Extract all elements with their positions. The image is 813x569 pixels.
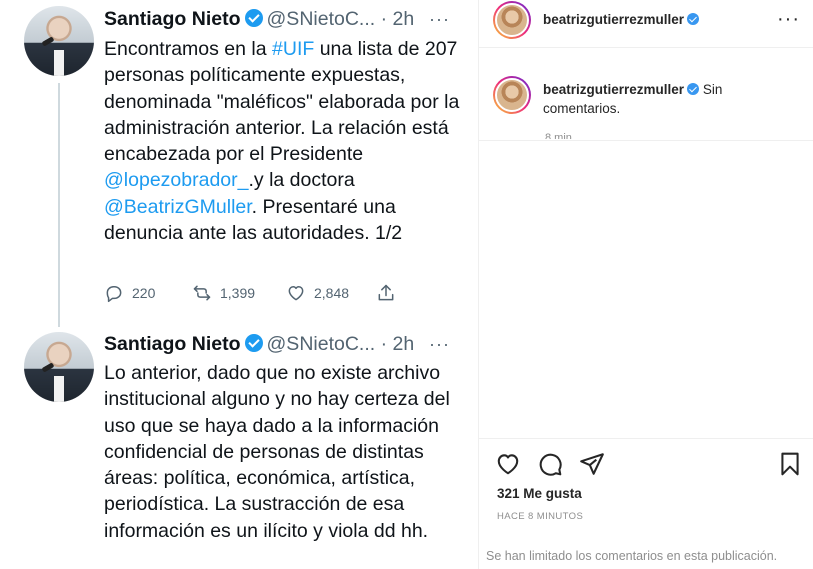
retweet-button[interactable]: 1,399 [192,282,255,304]
likes-count[interactable]: 321 Me gusta [497,486,582,501]
post-header: beatrizgutierrezmuller ··· [479,0,813,42]
thread-connector-line [58,83,60,327]
username[interactable]: beatrizgutierrezmuller [543,12,684,27]
post-actions [493,451,803,477]
comments-limited-notice: Se han limitado los comentarios en esta … [486,549,778,563]
like-button[interactable]: 2,848 [286,282,349,304]
divider [479,140,813,141]
caption-author[interactable]: beatrizgutierrezmuller [543,82,684,97]
avatar[interactable] [24,6,94,76]
caption-timestamp: 8 min [545,132,572,139]
tweet-timestamp[interactable]: 2h [393,333,415,355]
share-upload-icon [378,284,394,301]
author-name[interactable]: Santiago Nieto [104,8,241,30]
more-options-icon[interactable]: ··· [429,7,450,31]
tweet-actions: 220 1,399 2,848 [104,282,404,304]
instagram-post-panel: beatrizgutierrezmuller ··· beatrizgutier… [478,0,813,569]
tweet-text: Encontramos en la #UIF una lista de 207 … [104,36,464,246]
separator-dot: · [380,8,388,30]
more-options-icon[interactable]: ··· [777,8,800,31]
hashtag-link[interactable]: #UIF [272,38,314,60]
tweet-text-segment: Encontramos en la [104,38,273,60]
author-handle[interactable]: @SNietoC... [267,8,376,30]
caption: beatrizgutierrezmuller Sin comentarios. [543,80,803,118]
mention-link[interactable]: @lopezobrador_ [104,169,248,191]
mention-link[interactable]: @BeatrizGMuller [104,196,252,218]
tweet-header: Santiago Nieto @SNietoC... · 2h ··· [104,332,474,356]
tweet-text-segment: Lo anterior, dado que no existe archivo … [104,362,450,542]
verified-badge-icon [687,13,700,25]
avatar[interactable] [493,76,531,114]
tweet-header: Santiago Nieto @SNietoC... · 2h ··· [104,7,474,31]
retweet-count: 1,399 [220,285,256,301]
verified-badge-icon [244,334,263,352]
twitter-thread-panel: Santiago Nieto @SNietoC... · 2h ··· Encon… [0,0,478,569]
reply-button[interactable]: 220 [104,282,155,304]
verified-badge-icon [687,83,700,95]
author-handle[interactable]: @SNietoC... [267,333,376,355]
comment-icon[interactable] [537,451,563,477]
share-button[interactable] [376,282,404,304]
separator-dot: · [380,333,388,355]
heart-icon [288,286,304,301]
post-author[interactable]: beatrizgutierrezmuller [543,12,700,27]
author-name[interactable]: Santiago Nieto [104,333,241,355]
heart-icon[interactable] [495,451,521,477]
verified-badge-icon [244,9,263,27]
tweet-timestamp[interactable]: 2h [393,8,415,30]
reply-count: 220 [132,285,156,301]
more-options-icon[interactable]: ··· [429,332,450,356]
avatar[interactable] [493,1,531,39]
tweet-text: Lo anterior, dado que no existe archivo … [104,360,464,544]
avatar[interactable] [24,332,94,402]
post-timestamp[interactable]: HACE 8 MINUTOS [497,511,583,522]
share-icon[interactable] [579,451,605,477]
microphone-icon [41,362,55,373]
divider [479,47,813,48]
reply-icon [106,286,122,303]
retweet-icon [193,285,211,301]
tweet-text-segment: .y la doctora [248,169,355,192]
divider [479,438,813,439]
like-count: 2,848 [314,285,350,301]
bookmark-icon[interactable] [777,451,803,477]
microphone-icon [41,36,55,47]
